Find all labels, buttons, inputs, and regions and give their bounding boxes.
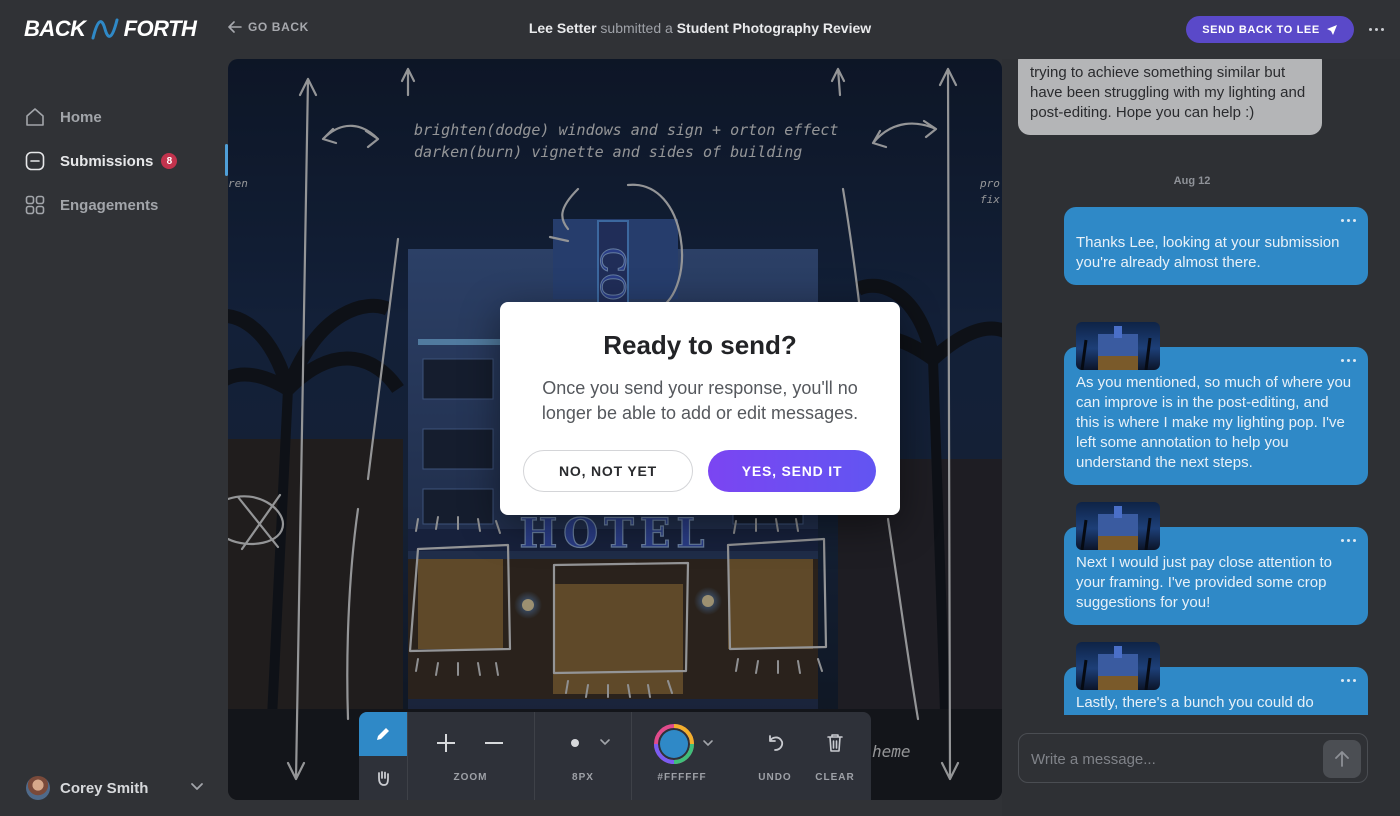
dot-icon <box>1341 539 1344 542</box>
dot-icon <box>1347 359 1350 362</box>
confirm-send-button[interactable]: YES, SEND IT <box>708 450 876 492</box>
send-message-button[interactable] <box>1323 740 1361 778</box>
outgoing-message: Thanks Lee, looking at your submission y… <box>1064 207 1368 285</box>
chevron-down-icon[interactable] <box>190 782 204 792</box>
annotated-image-thumbnail[interactable] <box>1076 322 1160 370</box>
message-more-button[interactable] <box>1341 359 1356 362</box>
pencil-mode-button[interactable] <box>359 712 407 756</box>
dot-icon <box>1347 539 1350 542</box>
hand-mode-button[interactable] <box>359 756 407 800</box>
submission-type: Student Photography Review <box>676 20 872 36</box>
hand-icon <box>378 771 389 786</box>
zoom-group: ZOOM <box>407 712 534 800</box>
thumbnail-image <box>1080 326 1152 370</box>
color-wheel-icon <box>654 724 713 764</box>
undo-label: UNDO <box>758 772 792 783</box>
dot-icon <box>1347 219 1350 222</box>
annotated-image-thumbnail[interactable] <box>1076 502 1160 550</box>
sidebar-item-engagements[interactable]: Engagements <box>24 194 158 216</box>
dialog-body: Once you send your response, you'll no l… <box>541 378 859 423</box>
plus-icon <box>437 734 455 752</box>
send-back-button[interactable]: SEND BACK TO LEE <box>1186 16 1354 43</box>
more-options-button[interactable] <box>1364 20 1388 38</box>
minus-icon <box>485 742 503 744</box>
message-more-button[interactable] <box>1341 679 1356 682</box>
submissions-count-badge: 8 <box>161 153 178 169</box>
message-text: Next I would just pay close attention to… <box>1076 554 1332 611</box>
thumbnail-image <box>1080 646 1152 690</box>
paper-plane-icon <box>1326 24 1337 35</box>
clear-label: CLEAR <box>815 772 855 783</box>
dot-icon <box>1353 219 1356 222</box>
app-header: BACK FORTH GO BACK Lee Setter submitted … <box>0 0 1400 58</box>
undo-group: UNDO <box>747 712 803 800</box>
sidebar: Home Submissions 8 Engagements Corey Smi… <box>0 58 228 816</box>
dot-icon <box>1341 219 1344 222</box>
dot-icon <box>1368 27 1372 31</box>
brush-size-label: 8PX <box>572 772 594 783</box>
message-input[interactable] <box>1031 748 1311 770</box>
color-picker[interactable] <box>652 724 722 764</box>
sidebar-item-home[interactable]: Home <box>24 106 102 128</box>
user-menu[interactable]: Corey Smith <box>26 776 148 800</box>
tool-modes <box>359 712 407 800</box>
sidebar-item-label: Home <box>60 108 102 126</box>
zoom-out-button[interactable] <box>479 728 509 758</box>
undo-icon <box>769 735 784 751</box>
pencil-icon <box>377 728 389 740</box>
annotated-image-thumbnail[interactable] <box>1076 642 1160 690</box>
user-name: Corey Smith <box>60 779 149 797</box>
confirm-send-dialog: Ready to send? Once you send your respon… <box>500 302 900 515</box>
dot-icon <box>1353 359 1356 362</box>
undo-button[interactable] <box>760 728 790 758</box>
submitted-text: submitted a <box>600 20 673 36</box>
clear-button[interactable] <box>820 728 850 758</box>
color-group: #FFFFFF <box>632 712 732 800</box>
zoom-in-button[interactable] <box>431 728 461 758</box>
dot-icon <box>1353 679 1356 682</box>
grid-icon <box>25 195 45 215</box>
cancel-button[interactable]: NO, NOT YET <box>523 450 693 492</box>
message-more-button[interactable] <box>1341 219 1356 222</box>
sidebar-item-label: Submissions <box>60 152 154 170</box>
clear-group: CLEAR <box>807 712 863 800</box>
dot-icon <box>1347 679 1350 682</box>
send-back-label: SEND BACK TO LEE <box>1202 23 1320 36</box>
trash-icon <box>827 734 843 752</box>
chat-panel: trying to achieve something similar but … <box>1002 59 1400 816</box>
date-separator: Aug 12 <box>1173 175 1211 187</box>
inbox-icon <box>25 151 45 171</box>
dot-icon <box>1341 679 1344 682</box>
sidebar-item-label: Engagements <box>60 196 159 214</box>
dot-icon <box>1380 27 1384 31</box>
brush-size-select[interactable] <box>559 728 619 758</box>
message-more-button[interactable] <box>1341 539 1356 542</box>
arrow-up-icon <box>1335 751 1349 767</box>
color-label: #FFFFFF <box>657 772 707 783</box>
submitter-name: Lee Setter <box>528 20 597 36</box>
incoming-message: trying to achieve something similar but … <box>1018 59 1322 135</box>
message-text: Lastly, there's a bunch you could do <box>1076 694 1314 711</box>
message-composer <box>1018 733 1368 783</box>
message-text: Thanks Lee, looking at your submission y… <box>1076 234 1340 271</box>
thumbnail-image <box>1080 506 1152 550</box>
brush-size-group: 8PX <box>535 712 631 800</box>
dot-icon <box>1374 27 1378 31</box>
zoom-label: ZOOM <box>453 772 488 783</box>
incoming-message-text: trying to achieve something similar but … <box>1030 64 1306 121</box>
dot-icon <box>1341 359 1344 362</box>
brush-dot-icon <box>571 739 610 747</box>
avatar <box>26 776 50 800</box>
dialog-title: Ready to send? <box>603 330 797 360</box>
dot-icon <box>1353 539 1356 542</box>
message-text: As you mentioned, so much of where you c… <box>1076 374 1352 471</box>
sidebar-item-submissions[interactable]: Submissions 8 <box>24 150 178 172</box>
home-icon <box>26 108 44 126</box>
drawing-toolbar: ZOOM 8PX #FFFFFF UNDO CLEAR <box>359 712 871 800</box>
